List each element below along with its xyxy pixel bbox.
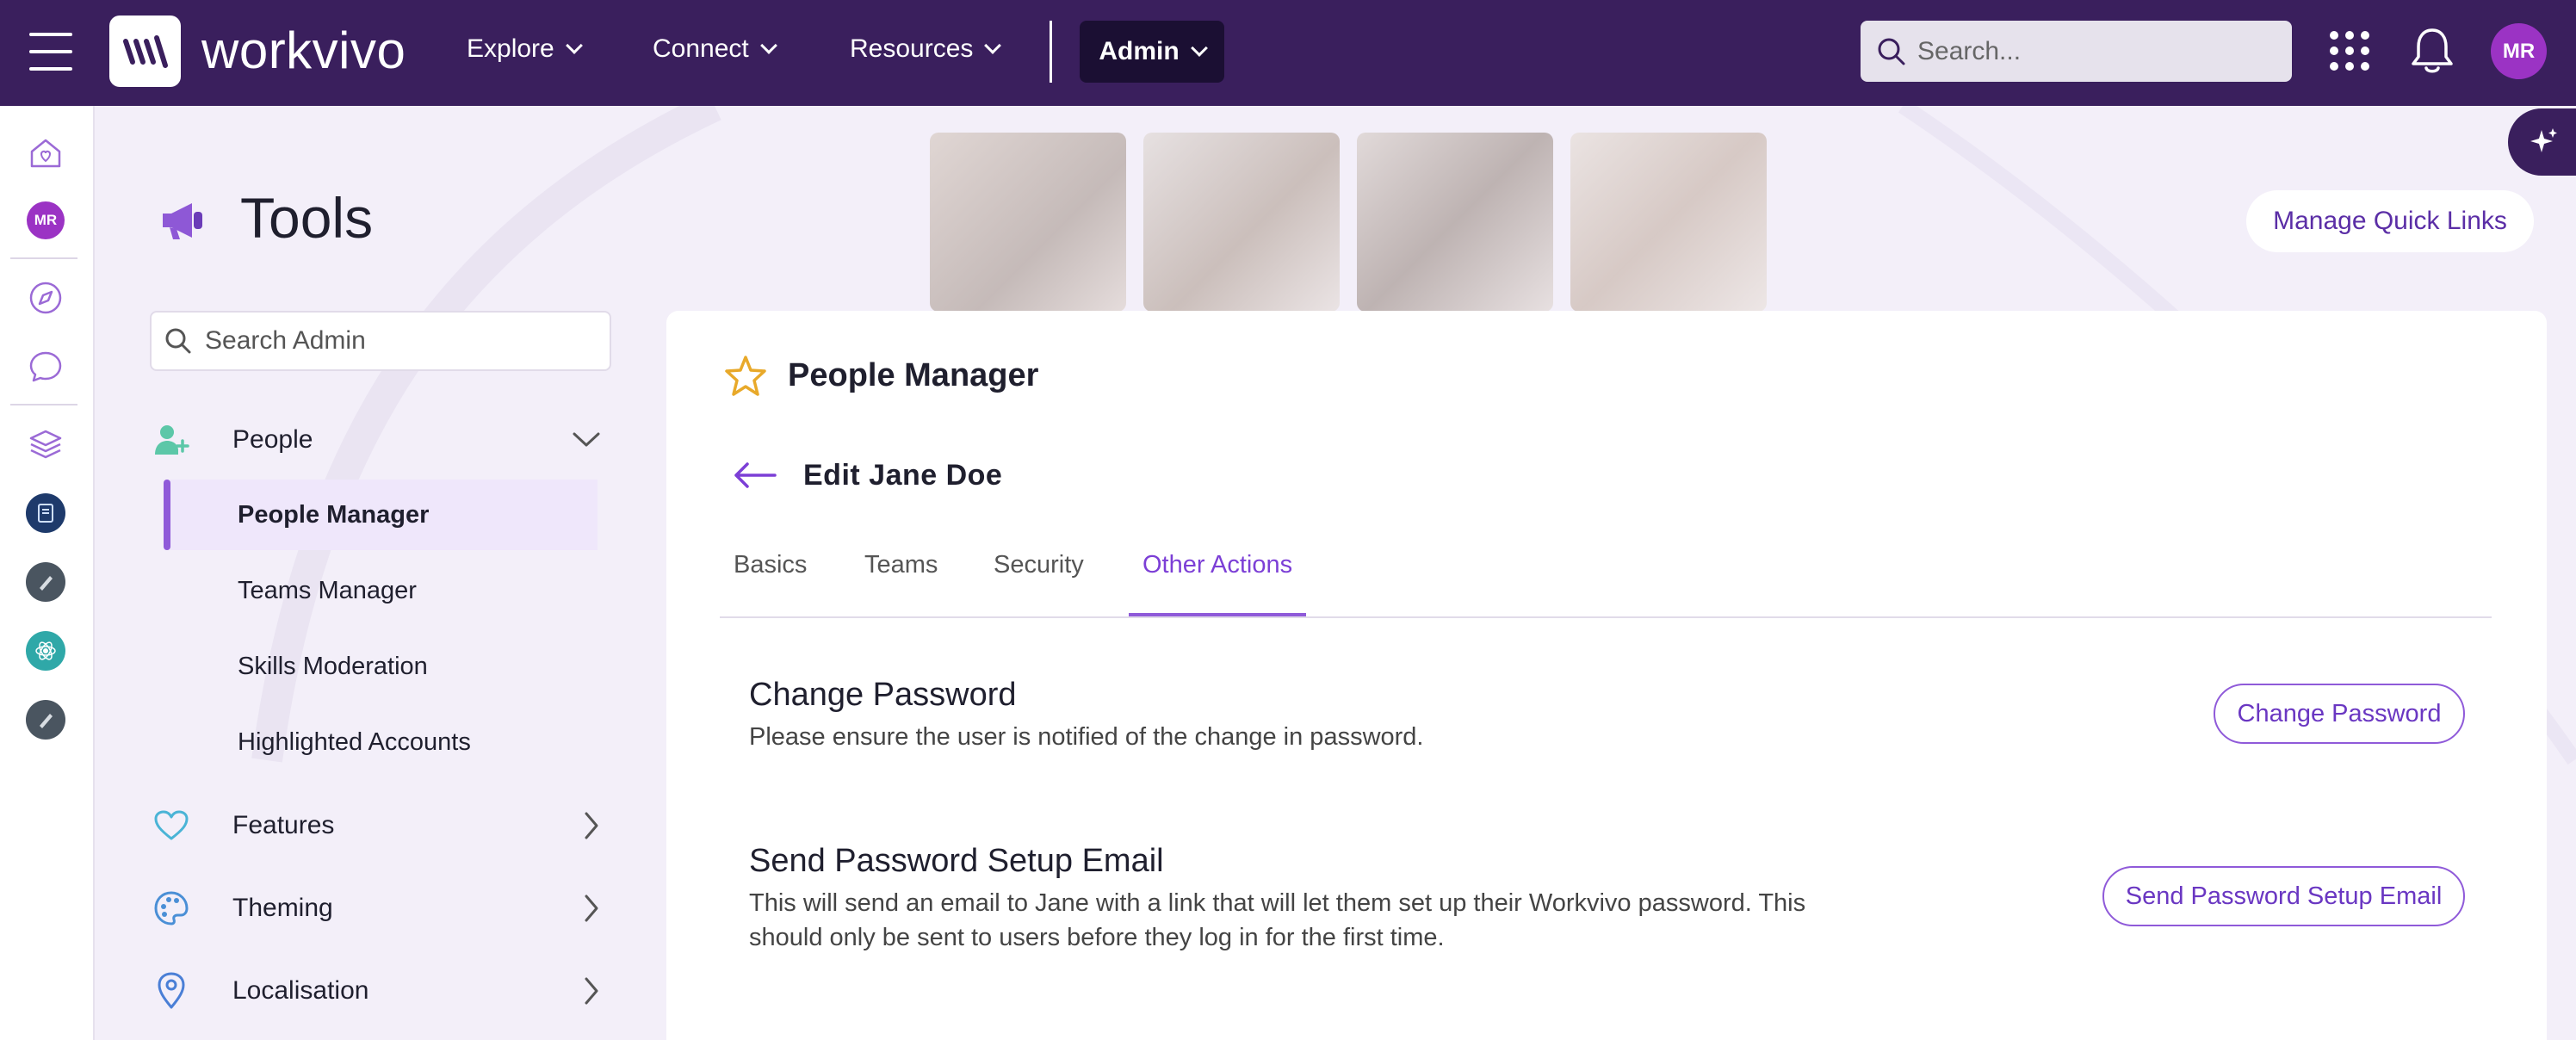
menu-group-people-label: People	[232, 425, 313, 454]
menu-group-people[interactable]: People	[150, 410, 611, 470]
tab-security[interactable]: Security	[980, 551, 1098, 616]
send-setup-email-description: This will send an email to Jane with a l…	[749, 889, 1806, 951]
ai-assistant-sparkle-icon[interactable]	[2508, 108, 2576, 176]
tab-teams[interactable]: Teams	[851, 551, 951, 616]
chevron-right-icon	[585, 895, 598, 922]
chevron-right-icon	[585, 977, 598, 1005]
space-icon-pen[interactable]	[26, 562, 65, 602]
menu-item-people-manager[interactable]: People Manager	[164, 480, 598, 550]
menu-group-theming-label: Theming	[232, 894, 333, 922]
chevron-right-icon	[585, 812, 598, 839]
change-password-title: Change Password	[749, 677, 1017, 713]
rail-avatar-initials: MR	[27, 201, 65, 239]
space-icon-pen-2[interactable]	[26, 700, 65, 740]
section-title-people-manager: People Manager	[788, 357, 1039, 393]
menu-icon[interactable]	[29, 33, 72, 71]
home-icon[interactable]	[26, 133, 65, 173]
global-search-input[interactable]	[1917, 36, 2279, 66]
menu-group-features[interactable]: Features	[150, 795, 611, 856]
nav-connect[interactable]: Connect	[653, 34, 777, 64]
top-navigation-bar: workvivo Explore Connect Resources Admin…	[0, 0, 2576, 106]
hero-photo	[1143, 133, 1340, 312]
manage-quick-links-button[interactable]: Manage Quick Links	[2246, 190, 2534, 252]
rail-divider	[10, 404, 77, 405]
admin-label: Admin	[1099, 37, 1180, 65]
hero-photo	[930, 133, 1126, 312]
workvivo-logo[interactable]	[109, 15, 181, 87]
menu-group-features-label: Features	[232, 811, 335, 839]
global-search	[1861, 21, 2292, 82]
search-icon	[165, 328, 191, 354]
menu-group-theming[interactable]: Theming	[150, 878, 611, 938]
menu-item-skills-moderation[interactable]: Skills Moderation	[164, 631, 598, 702]
menu-group-localisation[interactable]: Localisation	[150, 961, 611, 1021]
palette-icon	[150, 889, 193, 927]
tab-basics[interactable]: Basics	[720, 551, 820, 616]
hero-photo-strip	[930, 133, 1767, 312]
menu-item-teams-manager[interactable]: Teams Manager	[164, 555, 598, 626]
left-rail: MR	[0, 106, 95, 1040]
send-setup-email-title: Send Password Setup Email	[749, 843, 1164, 879]
space-icon-atom[interactable]	[26, 631, 65, 671]
menu-group-localisation-label: Localisation	[232, 976, 369, 1005]
compass-icon[interactable]	[26, 278, 65, 318]
nav-explore[interactable]: Explore	[467, 34, 583, 64]
hero-photo	[1357, 133, 1553, 312]
brand-name: workvivo	[201, 22, 406, 79]
change-password-button[interactable]: Change Password	[2214, 684, 2465, 744]
change-password-description: Please ensure the user is notified of th…	[749, 723, 1424, 751]
user-avatar[interactable]: MR	[2491, 23, 2547, 79]
chevron-down-icon	[573, 432, 600, 447]
hero-photo	[1570, 133, 1767, 312]
nav-resources[interactable]: Resources	[850, 34, 1002, 64]
location-pin-icon	[150, 971, 193, 1011]
menu-item-highlighted-accounts[interactable]: Highlighted Accounts	[164, 707, 598, 777]
send-password-setup-email-button[interactable]: Send Password Setup Email	[2102, 866, 2465, 926]
chat-icon[interactable]	[26, 347, 65, 387]
chevron-down-icon	[1190, 40, 1208, 57]
admin-search-input[interactable]	[205, 326, 601, 356]
chevron-down-icon	[759, 37, 777, 54]
edit-user-title: Edit Jane Doe	[803, 459, 1003, 492]
search-icon	[1878, 38, 1905, 65]
layers-icon[interactable]	[26, 424, 65, 464]
rail-divider	[10, 257, 77, 259]
heart-icon	[150, 809, 193, 842]
page-title: Tools	[240, 186, 374, 250]
admin-search	[150, 311, 611, 371]
rail-avatar[interactable]: MR	[26, 201, 65, 240]
chevron-down-icon	[984, 37, 1002, 54]
notifications-bell-icon[interactable]	[2409, 26, 2455, 76]
star-favorite-icon[interactable]	[723, 354, 768, 399]
apps-grid-icon[interactable]	[2330, 31, 2369, 71]
megaphone-icon	[163, 203, 202, 239]
add-user-icon	[150, 422, 193, 458]
tab-other-actions[interactable]: Other Actions	[1129, 551, 1307, 616]
nav-resources-label: Resources	[850, 34, 974, 63]
space-icon-book[interactable]	[26, 493, 65, 533]
nav-explore-label: Explore	[467, 34, 554, 63]
admin-menu-button[interactable]: Admin	[1080, 21, 1224, 83]
chevron-down-icon	[565, 37, 583, 54]
nav-divider	[1050, 21, 1052, 83]
nav-connect-label: Connect	[653, 34, 749, 63]
back-arrow-icon[interactable]	[732, 461, 778, 490]
user-edit-tabs: Basics Teams Security Other Actions	[720, 542, 2492, 618]
